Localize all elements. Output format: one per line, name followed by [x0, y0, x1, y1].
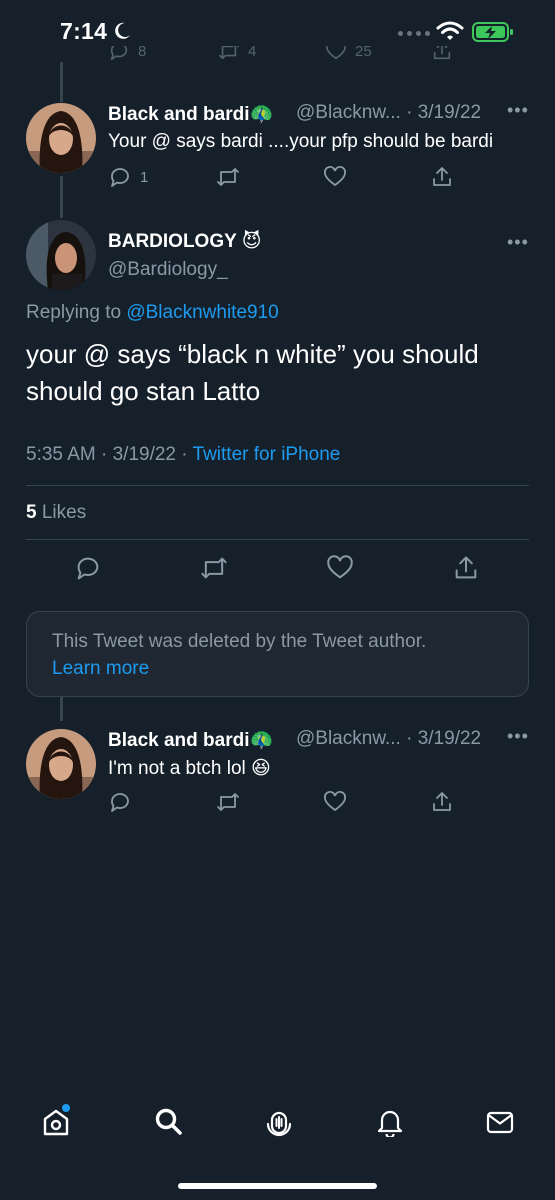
- previous-like-count: 25: [355, 46, 372, 60]
- mail-icon: [486, 1111, 514, 1134]
- moon-icon: [115, 22, 130, 39]
- divider: [26, 485, 529, 486]
- reply-1-reply-count: 1: [140, 168, 149, 186]
- replying-to-line: Replying to @Blacknwhite910: [26, 302, 279, 324]
- previous-share-button[interactable]: [431, 46, 453, 62]
- nav-spaces[interactable]: [264, 1107, 294, 1142]
- reply-2-text: I'm not a btch lol 😆: [108, 758, 271, 779]
- main-tweet-like-button[interactable]: [326, 554, 354, 587]
- reply-1-retweet-button[interactable]: [216, 165, 240, 189]
- learn-more-link[interactable]: Learn more: [52, 655, 503, 682]
- reply-icon: [77, 557, 99, 580]
- more-icon[interactable]: •••: [507, 100, 529, 121]
- main-tweet-author-name[interactable]: BARDIOLOGY 😈: [108, 230, 262, 253]
- avatar-image: [26, 220, 96, 290]
- nav-search[interactable]: [154, 1107, 184, 1142]
- reply-1-reply-button[interactable]: 1: [108, 165, 148, 189]
- avatar-image: [26, 729, 96, 799]
- reply-2-retweet-button[interactable]: [216, 790, 240, 814]
- share-icon: [433, 167, 451, 186]
- likes-count: 5: [26, 502, 37, 523]
- main-tweet-share-button[interactable]: [452, 554, 480, 587]
- wifi-icon: [436, 21, 464, 40]
- main-tweet-retweet-button[interactable]: [200, 554, 228, 587]
- share-icon: [433, 792, 451, 811]
- previous-tweet-actions: 8 4 25: [0, 46, 555, 72]
- thread-line: [60, 62, 63, 102]
- retweet-icon: [219, 46, 239, 60]
- more-icon[interactable]: •••: [507, 726, 529, 747]
- replying-to-prefix: Replying to: [26, 302, 127, 323]
- heart-icon: [324, 166, 346, 187]
- thread-line: [60, 176, 63, 218]
- avatar[interactable]: [26, 103, 96, 173]
- main-tweet-timestamp: 5:35 AM · 3/19/22 · Twitter for iPhone: [26, 444, 340, 466]
- main-tweet-reply-button[interactable]: [74, 554, 102, 587]
- spaces-icon: [266, 1111, 292, 1137]
- main-tweet-time-date: 5:35 AM · 3/19/22 ·: [26, 444, 193, 465]
- reply-icon: [111, 793, 129, 812]
- previous-reply-button[interactable]: 8: [108, 46, 146, 62]
- avatar-image: [26, 103, 96, 173]
- retweet-icon: [217, 793, 239, 811]
- likes-label: Likes: [36, 502, 87, 523]
- heart-icon: [324, 791, 346, 812]
- retweet-icon: [201, 557, 227, 579]
- reply-icon: [110, 46, 128, 61]
- replying-to-link[interactable]: @Blacknwhite910: [126, 302, 278, 323]
- share-icon: [433, 46, 451, 60]
- more-icon[interactable]: •••: [507, 232, 529, 253]
- reply-2-handle-date: @Blacknw... · 3/19/22: [296, 728, 482, 749]
- deleted-tweet-text: This Tweet was deleted by the Tweet auth…: [52, 631, 427, 652]
- thread-line: [60, 697, 63, 721]
- main-tweet-text: your @ says “black n white” you should s…: [26, 339, 479, 406]
- bottom-nav-bar: [0, 1095, 555, 1155]
- home-indicator[interactable]: [178, 1183, 377, 1189]
- previous-reply-count: 8: [138, 46, 147, 60]
- battery-charging-icon: [472, 22, 513, 42]
- nav-messages[interactable]: [485, 1107, 515, 1142]
- heart-icon: [325, 46, 347, 60]
- nav-home[interactable]: [42, 1107, 70, 1142]
- nav-notifications[interactable]: [376, 1107, 404, 1142]
- reply-2-avatar[interactable]: [26, 729, 96, 799]
- reply-2-like-button[interactable]: [323, 790, 347, 814]
- reply-1-handle-date: @Blacknw... · 3/19/22: [296, 102, 482, 123]
- divider: [26, 539, 529, 540]
- reply-2-author-name[interactable]: Black and bardi🦚: [108, 728, 273, 752]
- share-icon: [455, 556, 477, 579]
- previous-retweet-button[interactable]: 4: [218, 46, 256, 62]
- retweet-icon: [217, 168, 239, 186]
- reply-1-text: Your @ says bardi ....your pfp should be…: [108, 131, 494, 152]
- home-notification-dot: [62, 1104, 70, 1112]
- previous-retweet-count: 4: [248, 46, 257, 60]
- bell-icon: [377, 1110, 403, 1139]
- reply-icon: [111, 168, 129, 187]
- reply-1-author-name[interactable]: Black and bardi🦚: [108, 102, 273, 126]
- reply-1-like-button[interactable]: [323, 165, 347, 189]
- reply-2-reply-button[interactable]: [108, 790, 132, 814]
- main-tweet-author-handle[interactable]: @Bardiology_: [108, 259, 228, 281]
- tweet-thread-screen: 7:14 8 4 25 Black and bardi🦚 @Blacknw...…: [0, 0, 555, 1200]
- tweet-source-link[interactable]: Twitter for iPhone: [193, 444, 341, 465]
- reply-2-share-button[interactable]: [430, 790, 454, 814]
- main-tweet-avatar[interactable]: [26, 220, 96, 290]
- status-time: 7:14: [60, 18, 108, 44]
- likes-summary[interactable]: 5 Likes: [26, 502, 86, 524]
- cellular-signal-icon: [398, 31, 430, 36]
- heart-icon: [327, 555, 353, 579]
- search-icon: [155, 1108, 182, 1135]
- deleted-tweet-notice: This Tweet was deleted by the Tweet auth…: [26, 611, 529, 697]
- reply-1-share-button[interactable]: [430, 165, 454, 189]
- previous-like-button[interactable]: 25: [325, 46, 372, 62]
